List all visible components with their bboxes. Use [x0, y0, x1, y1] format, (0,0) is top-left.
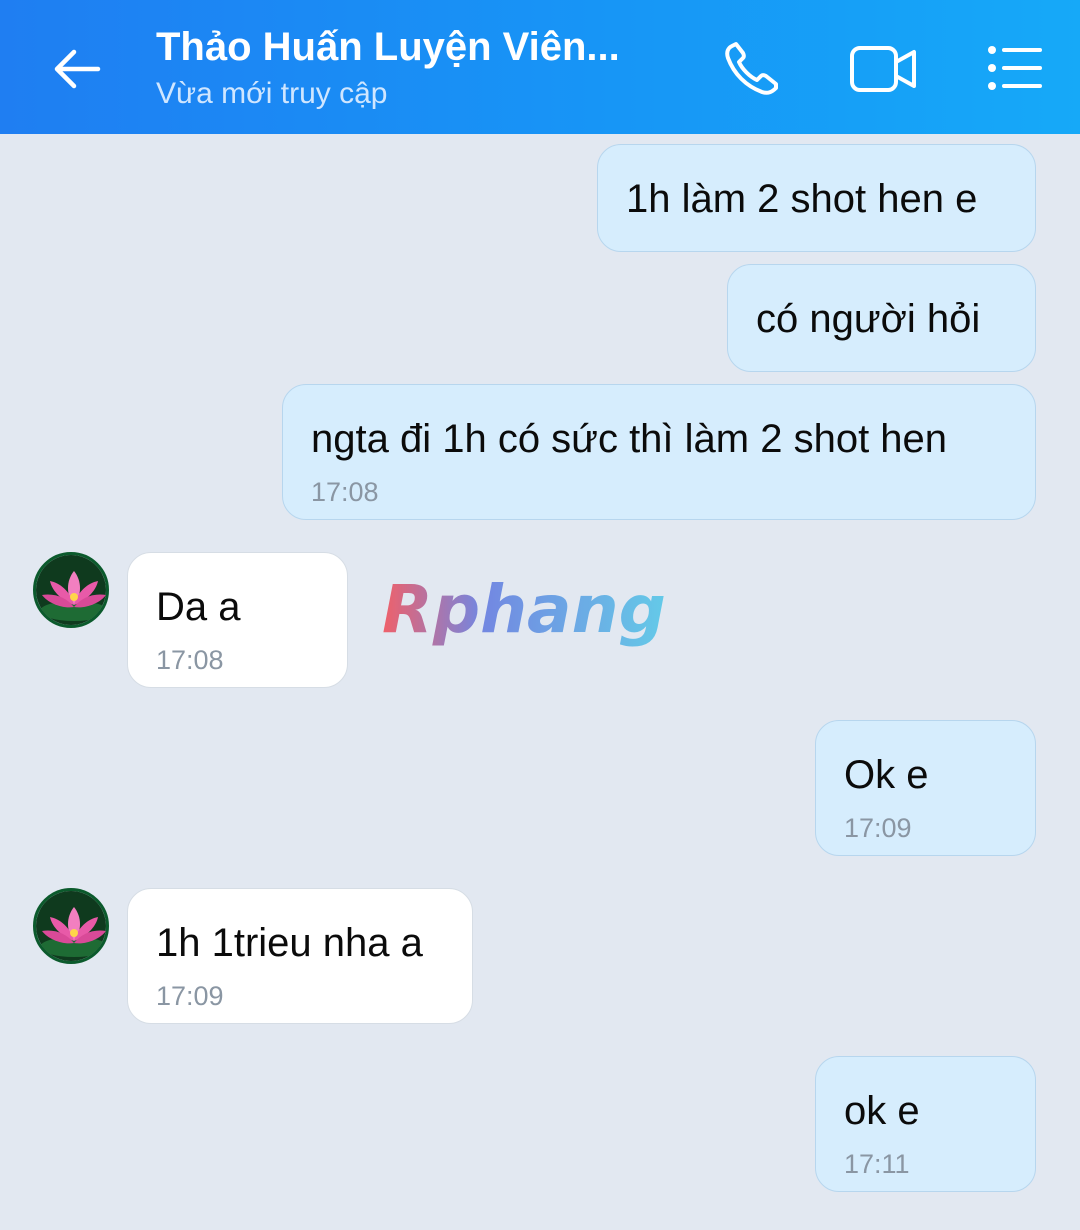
message-bubble-outgoing[interactable]: Ok e 17:09 — [815, 720, 1036, 856]
contact-name[interactable]: Thảo Huấn Luyện Viên... — [156, 24, 676, 70]
message-text: ok e — [844, 1089, 920, 1133]
message-text: có người hỏi — [756, 297, 981, 341]
message-text: 1h làm 2 shot hen e — [626, 177, 978, 221]
lotus-flower-icon — [36, 891, 106, 961]
message-bubble-incoming[interactable]: Da a 17:08 — [127, 552, 348, 688]
chat-header: Thảo Huấn Luyện Viên... Vừa mới truy cập — [0, 0, 1080, 134]
svg-text:Rphang: Rphang — [382, 571, 666, 648]
message-bubble-outgoing[interactable]: 1h làm 2 shot hen e — [597, 144, 1036, 252]
call-button[interactable] — [720, 38, 784, 98]
message-bubble-incoming[interactable]: 1h 1trieu nha a 17:09 — [127, 888, 473, 1024]
back-button[interactable] — [48, 40, 106, 98]
message-bubble-outgoing[interactable]: ngta đi 1h có sức thì làm 2 shot hen 17:… — [282, 384, 1036, 520]
message-text: 1h 1trieu nha a — [156, 921, 423, 965]
message-timestamp: 17:09 — [844, 813, 912, 843]
last-seen-status: Vừa mới truy cập — [156, 77, 388, 110]
watermark-logo: Rphang — [378, 570, 708, 660]
message-timestamp: 17:08 — [156, 645, 224, 675]
message-bubble-outgoing[interactable]: có người hỏi — [727, 264, 1036, 372]
message-timestamp: 17:11 — [844, 1149, 910, 1179]
contact-avatar[interactable] — [33, 888, 109, 964]
phone-icon — [725, 42, 778, 95]
rphang-watermark-icon: Rphang — [382, 571, 666, 648]
message-bubble-outgoing[interactable]: ok e 17:11 — [815, 1056, 1036, 1192]
back-arrow-icon — [54, 49, 101, 89]
list-menu-icon — [988, 46, 1042, 90]
contact-avatar[interactable] — [33, 552, 109, 628]
message-text: Da a — [156, 585, 241, 629]
message-timestamp: 17:08 — [311, 477, 379, 507]
message-timestamp: 17:09 — [156, 981, 224, 1011]
message-text: Ok e — [844, 753, 929, 797]
video-camera-icon — [850, 46, 916, 92]
conversation-menu-button[interactable] — [984, 38, 1048, 98]
video-call-button[interactable] — [848, 38, 916, 98]
message-text: ngta đi 1h có sức thì làm 2 shot hen — [311, 417, 948, 461]
lotus-flower-icon — [36, 555, 106, 625]
